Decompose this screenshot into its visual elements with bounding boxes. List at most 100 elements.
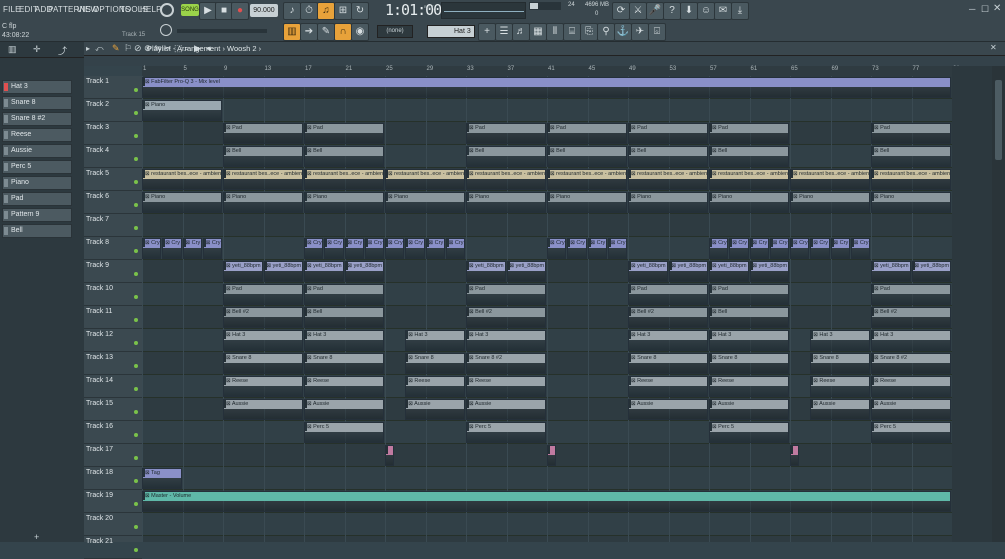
pattern-select[interactable]: Hat 3 — [427, 25, 475, 38]
clip[interactable]: ⊠ Piano — [790, 192, 870, 213]
track-mute-led[interactable] — [134, 479, 138, 483]
track-header[interactable]: Track 2 — [84, 99, 142, 122]
master-slider[interactable] — [177, 29, 267, 33]
playlist-arrow-icon[interactable]: ▸ — [86, 44, 90, 53]
clip[interactable]: ⊠ Snare 8 — [628, 353, 708, 374]
track-header[interactable]: Track 4 — [84, 145, 142, 168]
tuner-icon[interactable]: ⚔ — [629, 2, 647, 20]
clip[interactable]: ⊠ Cry — [709, 238, 729, 259]
help-icon[interactable]: ? — [663, 2, 681, 20]
clip[interactable]: ⊠ Cry — [344, 238, 364, 259]
track-header[interactable]: Track 15 — [84, 398, 142, 421]
clip[interactable]: ⊠ Piano — [466, 192, 546, 213]
menu-help[interactable]: HELP — [140, 5, 162, 14]
clip[interactable]: ⊠ Hat 3 — [223, 330, 303, 351]
clip[interactable]: ⊠ Cry — [769, 238, 789, 259]
step-edit-icon[interactable]: ⊞ — [334, 2, 352, 20]
paint-icon[interactable]: ⚐ — [124, 43, 132, 54]
mixer-icon[interactable]: ⫴ — [546, 23, 564, 41]
clip[interactable]: ⊠ Reese — [709, 376, 789, 397]
clip[interactable]: ⊠ Cry — [749, 238, 769, 259]
clip[interactable]: ⊠ Bell — [709, 307, 789, 328]
tempo-display[interactable]: 90.000 — [250, 4, 278, 17]
clip[interactable]: ⊠ Reese — [810, 376, 870, 397]
countdown-icon[interactable]: ⏱ — [300, 2, 318, 20]
track-mute-led[interactable] — [134, 249, 138, 253]
track-header[interactable]: Track 6 — [84, 191, 142, 214]
wait-input-icon[interactable]: ♫ — [317, 2, 335, 20]
clip[interactable]: ⊠ Hat 3 — [709, 330, 789, 351]
clip[interactable]: ⊠ yeti_88bpm — [304, 261, 344, 282]
song-mode-toggle[interactable]: SONG — [181, 4, 199, 16]
playlist-icon[interactable]: ☰ — [495, 23, 513, 41]
clip[interactable]: ⊠ Pad — [466, 123, 546, 144]
clip[interactable]: ⊠ yeti_88bpm — [871, 261, 911, 282]
clip[interactable]: ⊠ Pad — [223, 284, 303, 305]
clip[interactable]: ⊠ Pad — [304, 284, 384, 305]
clip[interactable]: ⊠ Reese — [405, 376, 465, 397]
pattern-item[interactable]: Pad — [2, 192, 72, 206]
track-header[interactable]: Track 7 — [84, 214, 142, 237]
track-mute-led[interactable] — [134, 456, 138, 460]
vertical-scrollbar[interactable] — [992, 66, 1005, 542]
user-icon[interactable]: ☺ — [697, 2, 715, 20]
pattern-item[interactable]: Reese — [2, 128, 72, 142]
track-mute-led[interactable] — [134, 134, 138, 138]
clip[interactable]: ⊠ yeti_88bpm — [911, 261, 951, 282]
clip[interactable]: ⊠ restaurant bes..ece - ambience — [628, 169, 708, 190]
track-header[interactable]: Track 20 — [84, 513, 142, 536]
clip[interactable]: ⊠ Snare 8 #2 — [466, 353, 546, 374]
loop-record-icon[interactable]: ↻ — [351, 2, 369, 20]
clip[interactable]: ⊠ Cry — [304, 238, 324, 259]
snap-select[interactable]: (none) — [377, 25, 413, 38]
track-mute-led[interactable] — [134, 410, 138, 414]
pattern-item[interactable]: Bell — [2, 224, 72, 238]
clip[interactable]: ⊠ Bell #2 — [223, 307, 303, 328]
clip[interactable]: ⊠ Reese — [223, 376, 303, 397]
track-header[interactable]: Track 17 — [84, 444, 142, 467]
delete-icon[interactable]: ⊘ — [134, 43, 142, 54]
clip[interactable]: ⊠ yeti_88bpm — [344, 261, 384, 282]
clip[interactable]: ⊠ Tag — [142, 468, 182, 489]
brush-icon[interactable]: ✎ — [317, 23, 335, 41]
track-mute-led[interactable] — [134, 180, 138, 184]
clip[interactable]: ⊠ Bell — [304, 146, 384, 167]
clip[interactable]: ⊠ Hat 3 — [628, 330, 708, 351]
clip[interactable]: ⊠ Cry — [790, 238, 810, 259]
metronome-icon[interactable]: ♪ — [283, 2, 301, 20]
track-mute-led[interactable] — [134, 548, 138, 552]
browser-icon[interactable]: ⌸ — [563, 23, 581, 41]
clip[interactable]: ⊠ Aussie — [223, 399, 303, 420]
clip[interactable]: ⊠ Snare 8 — [304, 353, 384, 374]
clip[interactable]: ⊠ Hat 3 — [466, 330, 546, 351]
track-mute-led[interactable] — [134, 295, 138, 299]
clip[interactable]: ⊠ Cry — [587, 238, 607, 259]
clip[interactable]: ⊠ Cry — [567, 238, 587, 259]
track-header[interactable]: Track 11 — [84, 306, 142, 329]
clip[interactable]: ⊠ Reese — [304, 376, 384, 397]
clip[interactable]: ⊠ Bell #2 — [628, 307, 708, 328]
clip[interactable]: ⊠ Perc 5 — [709, 422, 789, 443]
maximize-icon[interactable]: ☐ — [981, 4, 989, 15]
clip[interactable]: ⊠ Hat 3 — [871, 330, 951, 351]
refresh-icon[interactable]: ⟳ — [612, 2, 630, 20]
clip[interactable]: ⊠ Cry — [425, 238, 445, 259]
track-mute-led[interactable] — [134, 364, 138, 368]
mic-icon[interactable]: 🎤 — [646, 2, 664, 20]
clip[interactable]: ⊠ Bell #2 — [466, 307, 546, 328]
back-icon[interactable]: ⤺ — [95, 44, 104, 54]
clip[interactable]: ⊠ Aussie — [466, 399, 546, 420]
clip[interactable]: ⊠ restaurant bes..ece - ambience — [709, 169, 789, 190]
clip[interactable]: ⊠ Cry — [830, 238, 850, 259]
track-mute-led[interactable] — [134, 272, 138, 276]
plugin-icon[interactable]: ⎘ — [580, 23, 598, 41]
bulb-icon[interactable]: ⚲ — [597, 23, 615, 41]
clip[interactable]: ⊠ Piano — [223, 192, 303, 213]
download-icon[interactable]: ⬇ — [680, 2, 698, 20]
clip[interactable]: ⊠ restaurant bes..ece - ambience — [223, 169, 303, 190]
clip[interactable]: ⊠ Snare 8 — [405, 353, 465, 374]
clip[interactable]: ⊠ Snare 8 #2 — [871, 353, 951, 374]
master-volume-knob[interactable] — [160, 24, 172, 36]
clip[interactable]: ⊠ Bell — [223, 146, 303, 167]
pattern-item[interactable]: Aussie — [2, 144, 72, 158]
